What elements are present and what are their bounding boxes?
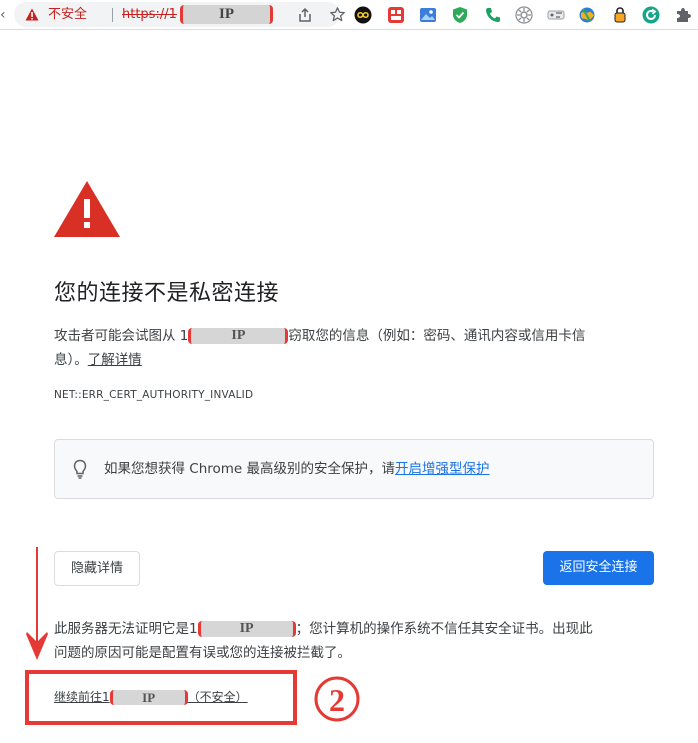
details-line-2: 问题的原因可能是配置有误或您的连接被拦截了。 xyxy=(54,645,351,661)
puzzle-icon[interactable] xyxy=(674,6,692,24)
lightbulb-icon xyxy=(73,459,87,479)
infinity-icon[interactable] xyxy=(354,6,372,24)
shield-check-icon[interactable] xyxy=(451,6,469,24)
warning-triangle-icon xyxy=(54,181,120,237)
tag-icon[interactable] xyxy=(547,6,565,24)
back-icon[interactable]: ‹ xyxy=(0,5,10,25)
learn-more-link[interactable]: 了解详情 xyxy=(88,352,142,368)
enhanced-protection-box: 如果您想获得 Chrome 最高级别的安全保护，请开启增强型保护 xyxy=(54,439,654,499)
details-line-1: 此服务器无法证明它是1 IP ；您计算机的操作系统不信任其安全证书。出现此 xyxy=(54,617,593,641)
explanation-redaction: IP xyxy=(188,328,289,344)
lock-icon[interactable] xyxy=(611,6,629,24)
bookmark-star-icon[interactable] xyxy=(329,6,346,23)
phone-icon[interactable] xyxy=(484,6,502,24)
address-bar[interactable]: 不安全 https://1 IP xyxy=(14,2,345,27)
error-code: NET::ERR_CERT_AUTHORITY_INVALID xyxy=(54,389,254,401)
annotation-highlight-box xyxy=(25,670,297,725)
page-title: 您的连接不是私密连接 xyxy=(54,281,280,306)
url-redaction: IP xyxy=(180,5,273,24)
share-icon[interactable] xyxy=(297,7,313,23)
details-redaction: IP xyxy=(197,621,296,637)
not-secure-label[interactable]: 不安全 xyxy=(48,6,87,23)
gear-icon[interactable] xyxy=(515,6,533,24)
address-separator xyxy=(112,8,113,22)
refresh-icon[interactable] xyxy=(642,6,660,24)
enhanced-protection-message: 如果您想获得 Chrome 最高级别的安全保护，请 xyxy=(104,461,396,477)
globe-icon[interactable] xyxy=(578,6,596,24)
not-secure-warning-icon[interactable] xyxy=(25,8,39,21)
explanation-text-line2: 息）。 xyxy=(54,352,88,368)
explanation-line-1: 攻击者可能会试图从 1 IP 窃取您的信息（例如：密码、通讯内容或信用卡信 xyxy=(54,324,585,348)
url-text[interactable]: https://1 xyxy=(122,6,177,23)
annotation-arrow xyxy=(26,547,48,660)
back-to-safety-button[interactable]: 返回安全连接 xyxy=(543,551,654,585)
photo-icon[interactable] xyxy=(419,6,437,24)
explanation-text-start: 攻击者可能会试图从 1 xyxy=(54,328,189,344)
explanation-text-end: 窃取您的信息（例如：密码、通讯内容或信用卡信 xyxy=(288,328,586,344)
details-text-start: 此服务器无法证明它是1 xyxy=(54,621,198,637)
enable-enhanced-protection-link[interactable]: 开启增强型保护 xyxy=(395,461,490,477)
hide-details-button[interactable]: 隐藏详情 xyxy=(54,551,140,586)
step-number-text: 2 xyxy=(329,682,345,718)
details-text-end: ；您计算机的操作系统不信任其安全证书。出现此 xyxy=(295,621,593,637)
step-number-annotation: 2 xyxy=(314,676,360,722)
browser-toolbar: ‹ 不安全 https://1 IP xyxy=(0,0,698,30)
red-app-icon[interactable] xyxy=(387,6,405,24)
enhanced-protection-text: 如果您想获得 Chrome 最高级别的安全保护，请开启增强型保护 xyxy=(104,460,490,478)
explanation-line-2: 息）。了解详情 xyxy=(54,348,142,372)
